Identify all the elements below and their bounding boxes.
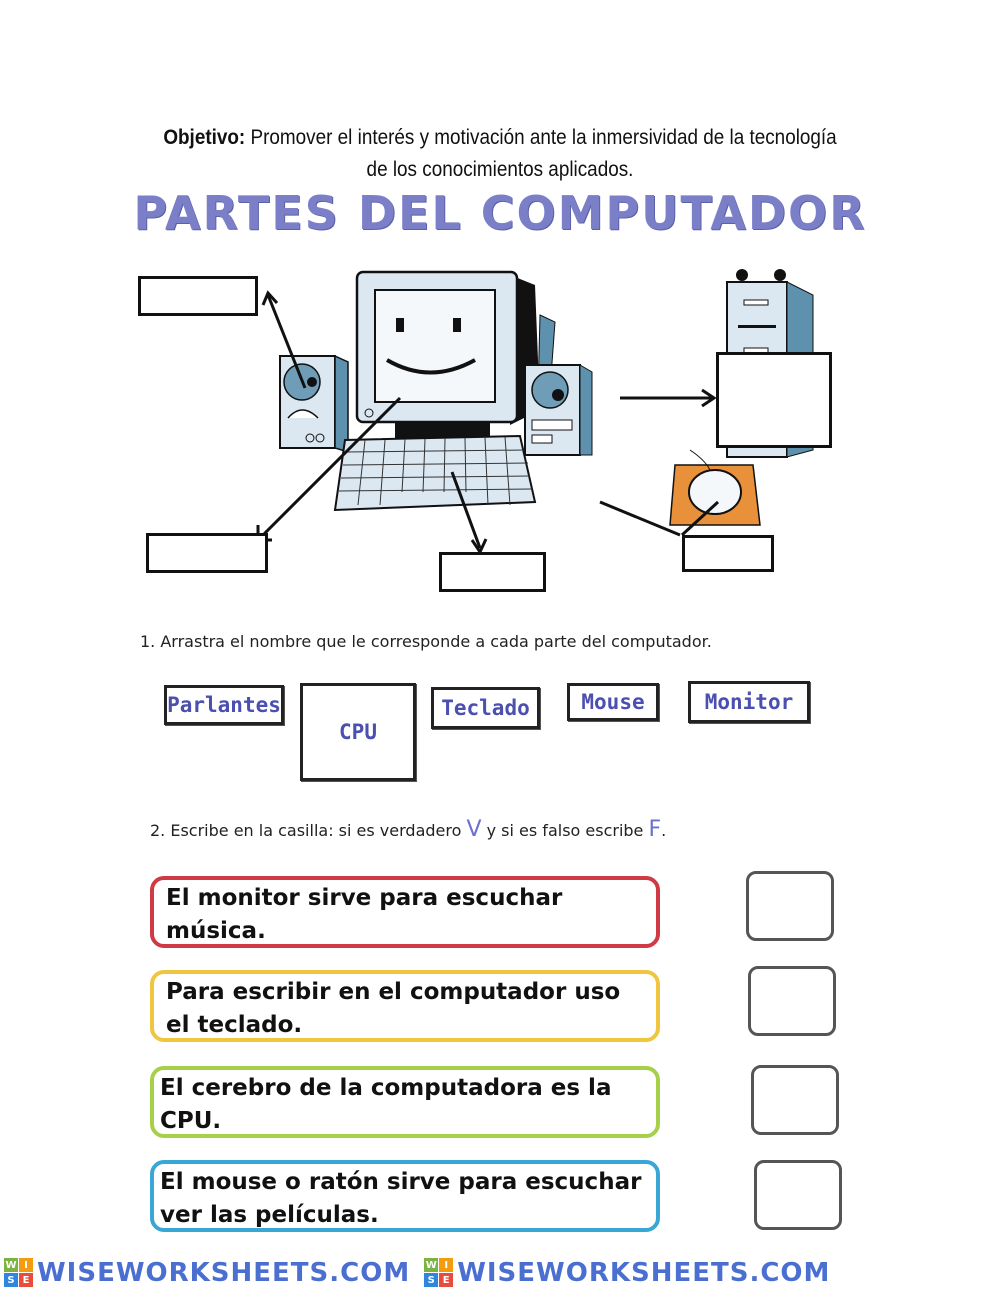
cpu-label-box[interactable] (716, 352, 832, 448)
statement-3: El cerebro de la computadora es la CPU. (150, 1066, 660, 1138)
objective: Objetivo: Promover el interés y motivaci… (158, 122, 842, 186)
objective-text: Promover el interés y motivación ante la… (250, 126, 837, 181)
chip-mouse[interactable]: Mouse (567, 683, 659, 721)
page-title: PARTES DEL COMPUTADOR (133, 186, 867, 240)
right-speaker-icon (524, 364, 593, 456)
instruction-1: 1. Arrastra el nombre que le corresponde… (140, 632, 712, 651)
statement-4: El mouse o ratón sirve para escuchar ver… (150, 1160, 660, 1232)
monitor-label-box[interactable] (146, 533, 268, 573)
mouse-label-box[interactable] (682, 535, 774, 572)
answer-box-3[interactable] (751, 1065, 839, 1135)
left-speaker-icon (279, 354, 349, 454)
answer-box-2[interactable] (748, 966, 836, 1036)
mouse-icon (669, 449, 761, 526)
instruction-2: 2. Escribe en la casilla: si es verdader… (150, 817, 667, 842)
wise-logo-icon: WI SE (424, 1258, 454, 1287)
chip-monitor[interactable]: Monitor (688, 681, 810, 723)
brand-text: WISEWORKSHEETS.COM (37, 1257, 411, 1288)
statement-2: Para escribir en el computador uso el te… (150, 970, 660, 1042)
answer-box-1[interactable] (746, 871, 834, 941)
answer-box-4[interactable] (754, 1160, 842, 1230)
wise-logo-icon: WI SE (4, 1258, 33, 1287)
chip-cpu[interactable]: CPU (300, 683, 416, 781)
chip-parlantes[interactable]: Parlantes (164, 685, 284, 725)
brand-text: WISEWORKSHEETS.COM (457, 1257, 831, 1288)
false-letter: F (648, 817, 662, 842)
footer-watermark: WI SE WISEWORKSHEETS.COM WI SE WISEWORKS… (0, 1254, 1000, 1291)
objective-label: Objetivo: (163, 126, 246, 149)
keyboard-label-box[interactable] (439, 552, 546, 592)
true-letter: V (466, 817, 482, 842)
statement-1: El monitor sirve para escuchar música. (150, 876, 660, 948)
chip-teclado[interactable]: Teclado (431, 687, 540, 729)
keyboard-icon (333, 434, 537, 512)
speaker-label-box[interactable] (138, 276, 258, 316)
